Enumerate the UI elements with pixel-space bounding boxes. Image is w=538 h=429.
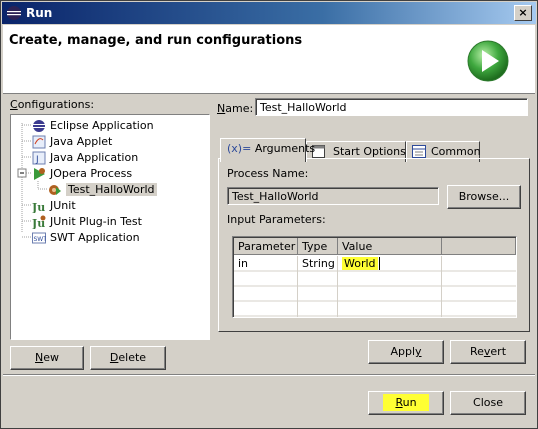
column-header-type[interactable]: Type bbox=[298, 238, 338, 255]
process-name-field: Test_HalloWorld bbox=[227, 187, 439, 205]
apply-button[interactable]: Apply bbox=[368, 340, 444, 364]
window-title: Run bbox=[26, 6, 53, 20]
tree-item-jopera-process[interactable]: JOpera Process bbox=[32, 166, 132, 181]
configurations-label: Configurations: bbox=[10, 98, 95, 111]
table-cell-parameter[interactable]: in bbox=[234, 256, 298, 271]
variables-icon: (x)= bbox=[227, 142, 252, 155]
tree-item-eclipse-application[interactable]: Eclipse Application bbox=[32, 118, 154, 133]
close-window-button[interactable]: × bbox=[514, 5, 532, 21]
run-button[interactable]: Run bbox=[368, 391, 444, 415]
input-parameters-label: Input Parameters: bbox=[227, 213, 326, 226]
column-header-parameter[interactable]: Parameter bbox=[234, 238, 298, 255]
new-button[interactable]: New bbox=[10, 346, 84, 370]
browse-button[interactable]: Browse... bbox=[447, 185, 521, 209]
column-header-filler bbox=[442, 238, 516, 255]
junit-plugin-icon: Ju bbox=[32, 215, 46, 229]
junit-icon: Ju bbox=[32, 201, 45, 213]
name-field[interactable]: Test_HalloWorld bbox=[255, 98, 528, 116]
tree-item-junit-plugin-test[interactable]: Ju JUnit Plug-in Test bbox=[32, 214, 142, 229]
table-cell-type[interactable]: String bbox=[298, 256, 338, 271]
svg-text:J: J bbox=[35, 155, 39, 165]
svg-text:SWT: SWT bbox=[34, 236, 47, 243]
banner-title: Create, manage, and run configurations bbox=[9, 33, 303, 48]
text-caret: ​ bbox=[378, 257, 380, 270]
footer-separator bbox=[3, 374, 535, 376]
tree-item-junit[interactable]: Ju JUnit bbox=[32, 198, 76, 213]
jopera-icon bbox=[34, 168, 45, 180]
parameters-table[interactable]: Parameter Type Value in String World​ bbox=[232, 236, 517, 318]
common-icon bbox=[412, 145, 426, 158]
tree-item-swt-application[interactable]: SWT SWT Application bbox=[32, 230, 140, 245]
eclipse-icon bbox=[33, 120, 45, 132]
tab-arguments[interactable]: (x)= Arguments bbox=[220, 138, 315, 162]
tree-item-test-halloworld[interactable]: Test_HalloWorld bbox=[48, 182, 157, 197]
header-banner: Create, manage, and run configurations bbox=[3, 25, 535, 94]
run-dialog: Run × Create, manage, and run configurat… bbox=[0, 0, 538, 429]
revert-button[interactable]: Revert bbox=[450, 340, 526, 364]
configurations-tree[interactable]: Eclipse Application Java Applet J Java Ap… bbox=[10, 114, 210, 340]
tree-item-java-application[interactable]: J Java Application bbox=[32, 150, 138, 165]
run-icon bbox=[467, 40, 509, 82]
close-icon: × bbox=[518, 6, 528, 19]
swt-icon: SWT bbox=[32, 232, 47, 244]
jopera-process-icon bbox=[49, 185, 61, 195]
close-button[interactable]: Close bbox=[450, 391, 526, 415]
name-label: Name: bbox=[217, 102, 254, 115]
java-applet-icon bbox=[32, 135, 46, 149]
title-bar: Run × bbox=[2, 2, 536, 24]
eclipse-logo-icon bbox=[7, 6, 21, 20]
process-name-label: Process Name: bbox=[227, 167, 309, 180]
column-header-value[interactable]: Value bbox=[338, 238, 442, 255]
delete-button[interactable]: Delete bbox=[90, 346, 166, 370]
table-cell-value[interactable]: World​ bbox=[338, 256, 442, 271]
svg-text:Ju: Ju bbox=[32, 201, 45, 213]
java-app-icon: J bbox=[32, 151, 46, 165]
tree-item-java-applet[interactable]: Java Applet bbox=[32, 134, 112, 149]
